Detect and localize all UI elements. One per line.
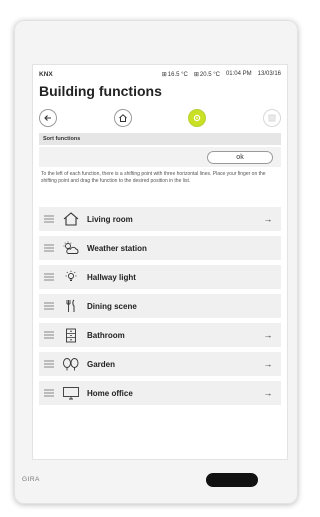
light-bulb-icon xyxy=(61,265,81,289)
function-list: Living room → Weather station Hallway li… xyxy=(39,207,281,410)
function-item-garden[interactable]: Garden → xyxy=(39,352,281,376)
ok-button[interactable]: ok xyxy=(207,151,273,164)
drag-handle-icon[interactable] xyxy=(41,381,57,405)
function-item-bathroom[interactable]: Bathroom → xyxy=(39,323,281,347)
drag-handle-icon[interactable] xyxy=(41,352,57,376)
function-item-dining-scene[interactable]: Dining scene xyxy=(39,294,281,318)
status-bar: KNX ⊞16.5 °C ⊞20.5 °C 01:04 PM 13/03/16 xyxy=(39,69,281,79)
function-label: Hallway light xyxy=(87,272,136,282)
function-item-living-room[interactable]: Living room → xyxy=(39,207,281,231)
thermometer-icon: ⊞ xyxy=(193,71,199,78)
sort-functions-header: Sort functions xyxy=(39,133,281,145)
home-icon xyxy=(118,114,127,122)
back-button[interactable] xyxy=(39,109,57,127)
arrow-right-icon[interactable]: → xyxy=(261,214,275,224)
function-label: Bathroom xyxy=(87,330,125,340)
arrow-right-icon[interactable]: → xyxy=(261,388,275,398)
temperature-2: ⊞20.5 °C xyxy=(194,71,220,78)
drag-handle-icon[interactable] xyxy=(41,207,57,231)
settings-button[interactable] xyxy=(188,109,207,127)
page-title: Building functions xyxy=(39,83,162,99)
function-item-weather-station[interactable]: Weather station xyxy=(39,236,281,260)
grid-icon xyxy=(268,114,276,122)
brand-logo: GIRA xyxy=(22,476,40,483)
home-button[interactable] xyxy=(113,109,132,127)
temperature-1-value: 16.5 °C xyxy=(167,71,188,78)
help-text: To the left of each function, there is a… xyxy=(41,171,266,184)
temperature-2-value: 20.5 °C xyxy=(199,71,220,78)
function-label: Living room xyxy=(87,214,133,224)
arrow-left-icon xyxy=(44,115,51,121)
cabinet-icon xyxy=(61,323,81,347)
sun-cloud-icon xyxy=(61,236,81,260)
knx-label: KNX xyxy=(39,70,53,78)
drag-handle-icon[interactable] xyxy=(41,294,57,318)
drag-handle-icon[interactable] xyxy=(41,236,57,260)
grid-button[interactable] xyxy=(262,109,281,127)
fork-knife-icon xyxy=(61,294,81,318)
drag-handle-icon[interactable] xyxy=(41,323,57,347)
function-item-home-office[interactable]: Home office → xyxy=(39,381,281,405)
device-home-button[interactable] xyxy=(206,473,258,487)
arrow-right-icon[interactable]: → xyxy=(261,359,275,369)
ok-row: ok xyxy=(39,147,281,167)
house-icon xyxy=(61,207,81,231)
drag-handle-icon[interactable] xyxy=(41,265,57,289)
function-label: Home office xyxy=(87,388,133,398)
nav-bar xyxy=(39,107,281,129)
gear-icon xyxy=(194,114,201,122)
monitor-icon xyxy=(61,381,81,405)
temperature-1: ⊞16.5 °C xyxy=(162,71,188,78)
arrow-right-icon[interactable]: → xyxy=(261,330,275,340)
function-label: Garden xyxy=(87,359,116,369)
function-label: Dining scene xyxy=(87,301,137,311)
function-item-hallway-light[interactable]: Hallway light xyxy=(39,265,281,289)
touch-screen: KNX ⊞16.5 °C ⊞20.5 °C 01:04 PM 13/03/16 … xyxy=(32,64,288,460)
trees-icon xyxy=(61,352,81,376)
date: 13/03/16 xyxy=(257,71,281,77)
clock: 01:04 PM xyxy=(225,71,252,77)
function-label: Weather station xyxy=(87,243,147,253)
thermometer-icon: ⊞ xyxy=(161,71,167,78)
